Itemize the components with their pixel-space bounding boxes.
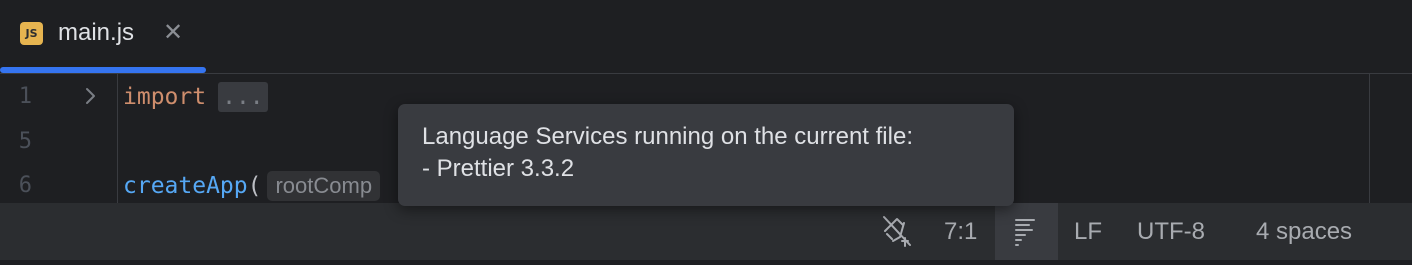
tab-label: main.js bbox=[58, 19, 135, 46]
status-bar: 7:1 LF UTF-8 4 spaces bbox=[0, 203, 1412, 260]
file-encoding[interactable]: UTF-8 bbox=[1137, 203, 1205, 260]
line-separator[interactable]: LF bbox=[1074, 203, 1102, 260]
indent-setting[interactable]: 4 spaces bbox=[1256, 203, 1352, 260]
language-services-tooltip: Language Services running on the current… bbox=[398, 104, 1014, 206]
tooltip-line-2: - Prettier 3.3.2 bbox=[422, 155, 575, 182]
line-number: 5 bbox=[18, 129, 32, 154]
language-services-icon[interactable] bbox=[995, 203, 1058, 260]
parameter-hint: rootComp bbox=[267, 171, 381, 201]
tooltip-line-1: Language Services running on the current… bbox=[422, 123, 913, 150]
code-line-1: import... bbox=[123, 82, 268, 112]
close-icon[interactable]: ✕ bbox=[163, 19, 183, 47]
import-keyword: import bbox=[123, 84, 207, 110]
folded-region[interactable]: ... bbox=[218, 82, 268, 112]
line-number: 6 bbox=[18, 173, 32, 198]
function-call: createApp bbox=[123, 173, 248, 199]
js-file-icon: JS bbox=[20, 22, 43, 45]
chevron-right-icon[interactable] bbox=[82, 83, 100, 109]
tab-main-js[interactable]: JS main.js ✕ bbox=[0, 0, 206, 73]
no-inspections-icon[interactable] bbox=[878, 203, 916, 260]
right-margin-guide bbox=[1369, 74, 1370, 203]
editor-tab-bar: JS main.js ✕ bbox=[0, 0, 1412, 74]
line-number: 1 bbox=[18, 84, 32, 109]
caret-position[interactable]: 7:1 bbox=[944, 203, 977, 260]
gutter-divider bbox=[117, 74, 118, 203]
code-line-6: createApp(rootComp bbox=[123, 171, 381, 201]
paren: ( bbox=[247, 173, 262, 199]
